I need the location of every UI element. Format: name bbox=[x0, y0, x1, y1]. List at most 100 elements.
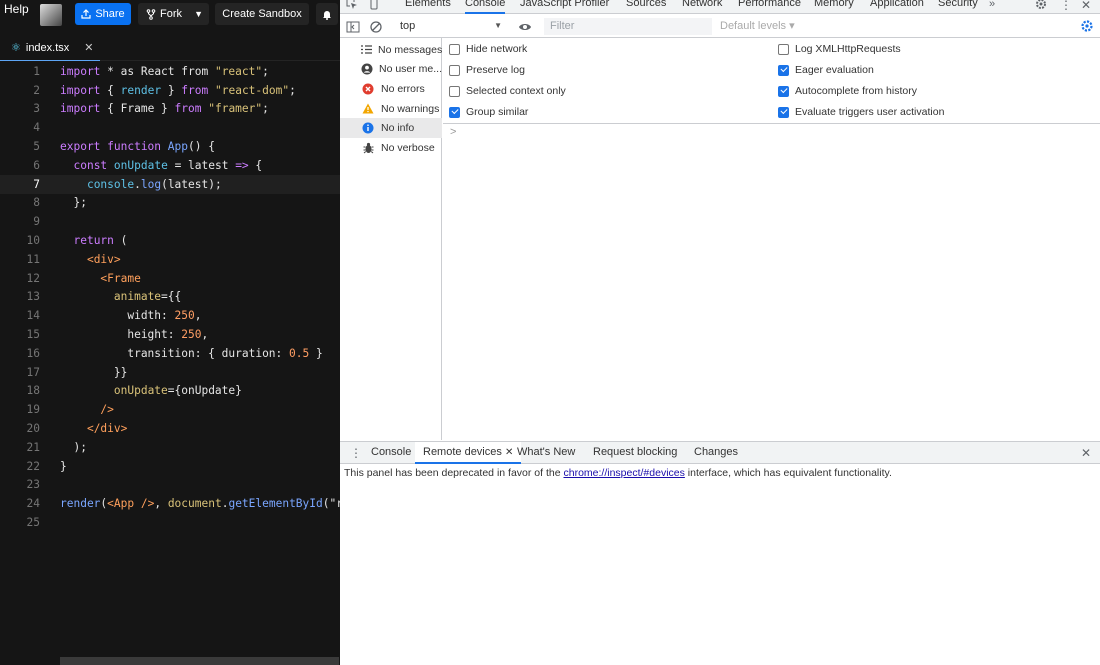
close-icon[interactable]: ✕ bbox=[505, 447, 513, 458]
log-levels-dropdown[interactable]: Default levels ▾ bbox=[720, 19, 795, 32]
create-sandbox-button[interactable]: Create Sandbox bbox=[215, 3, 309, 25]
horizontal-scrollbar[interactable] bbox=[60, 657, 339, 665]
drawer-tab-bar: ⋮ Console Remote devices ✕ What's New Re… bbox=[340, 441, 1100, 464]
code-line: 23 bbox=[26, 478, 40, 492]
console-toolbar: top ▼ Filter Default levels ▾ bbox=[340, 16, 1100, 38]
tab-console[interactable]: Console bbox=[465, 0, 506, 14]
filter-input[interactable]: Filter bbox=[544, 18, 712, 35]
checkbox-box[interactable] bbox=[449, 64, 460, 76]
share-icon bbox=[81, 9, 91, 19]
checkbox-label: Eager evaluation bbox=[795, 64, 874, 76]
group-similar-checkbox[interactable]: Group similar bbox=[449, 106, 528, 118]
sidebar-item-warnings[interactable]: No warnings bbox=[340, 99, 442, 119]
sidebar-item-info[interactable]: No info bbox=[340, 118, 442, 138]
drawer-menu-icon[interactable]: ⋮ bbox=[350, 446, 362, 460]
code-line: 8 }; bbox=[33, 196, 87, 210]
tab-memory[interactable]: Memory bbox=[814, 0, 854, 9]
code-editor-panel: Help Share Fork ▼ Create Sandbox ⚛ index… bbox=[0, 0, 343, 665]
console-settings-icon[interactable] bbox=[1080, 19, 1094, 33]
notifications-button[interactable] bbox=[316, 3, 338, 25]
kebab-menu-icon[interactable]: ⋮ bbox=[1060, 0, 1072, 12]
close-icon[interactable]: ✕ bbox=[84, 41, 93, 54]
share-label: Share bbox=[95, 8, 125, 20]
tab-javascript-profiler[interactable]: JavaScript Profiler bbox=[520, 0, 609, 9]
code-line: 24 render(<App />, document.getElementByI… bbox=[26, 497, 343, 511]
devtools-panel: Elements Console JavaScript Profiler Sou… bbox=[340, 0, 1100, 665]
avatar[interactable] bbox=[40, 4, 62, 26]
file-tab-index[interactable]: ⚛ index.tsx ✕ bbox=[0, 35, 100, 61]
code-line: 5 export function App() { bbox=[33, 140, 215, 154]
clear-console-icon[interactable] bbox=[369, 20, 383, 34]
device-toolbar-icon[interactable] bbox=[368, 0, 380, 10]
console-prompt[interactable]: > bbox=[450, 126, 456, 138]
tab-elements[interactable]: Elements bbox=[405, 0, 451, 9]
checkbox-label: Log XMLHttpRequests bbox=[795, 43, 901, 55]
sandbox-header: Help Share Fork ▼ Create Sandbox bbox=[0, 0, 340, 30]
checkbox-box[interactable] bbox=[778, 106, 789, 118]
evaluate-triggers-checkbox[interactable]: Evaluate triggers user activation bbox=[778, 106, 944, 118]
context-select[interactable]: top ▼ bbox=[395, 19, 507, 35]
eye-icon[interactable] bbox=[518, 20, 532, 34]
checkbox-label: Selected context only bbox=[466, 85, 566, 97]
code-line: 16 transition: { duration: 0.5 } bbox=[26, 346, 323, 360]
devtools-tab-bar: Elements Console JavaScript Profiler Sou… bbox=[340, 0, 1100, 14]
close-devtools-icon[interactable]: ✕ bbox=[1081, 0, 1091, 12]
drawer-tab-whats-new[interactable]: What's New bbox=[517, 446, 575, 458]
tab-performance[interactable]: Performance bbox=[738, 0, 801, 9]
close-drawer-icon[interactable]: ✕ bbox=[1081, 446, 1091, 460]
sidebar-item-messages[interactable]: No messages bbox=[340, 40, 442, 60]
checkbox-box[interactable] bbox=[778, 85, 789, 97]
inspect-element-icon[interactable] bbox=[346, 0, 358, 10]
sidebar-item-errors[interactable]: No errors bbox=[340, 79, 442, 99]
checkbox-box[interactable] bbox=[449, 106, 460, 118]
code-line: 21 ); bbox=[26, 440, 87, 454]
sidebar-item-verbose[interactable]: No verbose bbox=[340, 138, 442, 158]
help-menu[interactable]: Help bbox=[4, 2, 29, 16]
user-icon bbox=[361, 62, 373, 76]
code-line: 19 /> bbox=[26, 403, 114, 417]
tab-network[interactable]: Network bbox=[682, 0, 722, 9]
code-line: 13 animate={{ bbox=[26, 290, 182, 304]
tab-sources[interactable]: Sources bbox=[626, 0, 666, 9]
checkbox-box[interactable] bbox=[449, 43, 460, 55]
sidebar-item-label: No warnings bbox=[381, 102, 440, 115]
eager-evaluation-checkbox[interactable]: Eager evaluation bbox=[778, 64, 874, 76]
tab-application[interactable]: Application bbox=[870, 0, 924, 9]
chevron-down-icon[interactable]: ▼ bbox=[194, 9, 203, 19]
autocomplete-history-checkbox[interactable]: Autocomplete from history bbox=[778, 85, 917, 97]
sidebar-item-label: No user me... bbox=[379, 63, 442, 76]
checkbox-box[interactable] bbox=[449, 85, 460, 97]
settings-gear-icon[interactable] bbox=[1035, 0, 1047, 10]
sidebar-item-label: No info bbox=[381, 122, 415, 135]
info-icon bbox=[361, 121, 375, 135]
more-tabs-icon[interactable]: » bbox=[989, 0, 995, 10]
sidebar-item-user-messages[interactable]: No user me... bbox=[340, 60, 442, 80]
inspect-devices-link[interactable]: chrome://inspect/#devices bbox=[563, 467, 684, 479]
tab-security[interactable]: Security bbox=[938, 0, 978, 9]
code-line: 25 bbox=[26, 516, 40, 530]
deprecation-text-before: This panel has been deprecated in favor … bbox=[344, 467, 564, 479]
drawer-tab-changes[interactable]: Changes bbox=[694, 446, 738, 458]
drawer-tab-remote-devices[interactable]: Remote devices ✕ bbox=[415, 442, 522, 464]
checkbox-box[interactable] bbox=[778, 43, 789, 55]
code-area[interactable]: 1 import * as React from "react"; 2 import… bbox=[0, 62, 343, 657]
sidebar-toggle-icon[interactable] bbox=[346, 20, 360, 34]
checkbox-box[interactable] bbox=[778, 64, 789, 76]
checkbox-label: Group similar bbox=[466, 106, 529, 118]
bell-icon bbox=[323, 10, 331, 20]
drawer-tab-console[interactable]: Console bbox=[371, 446, 411, 458]
fork-button[interactable]: Fork ▼ bbox=[138, 3, 209, 25]
preserve-log-checkbox[interactable]: Preserve log bbox=[449, 64, 525, 76]
log-levels-label: Default levels bbox=[720, 20, 787, 32]
drawer-tab-request-blocking[interactable]: Request blocking bbox=[593, 446, 677, 458]
hide-network-checkbox[interactable]: Hide network bbox=[449, 43, 527, 55]
share-button[interactable]: Share bbox=[75, 3, 131, 25]
file-tab-bar: ⚛ index.tsx ✕ bbox=[0, 35, 340, 61]
code-line: 12 <Frame bbox=[26, 271, 141, 285]
log-xhr-checkbox[interactable]: Log XMLHttpRequests bbox=[778, 43, 901, 55]
selected-context-checkbox[interactable]: Selected context only bbox=[449, 85, 566, 97]
checkbox-label: Evaluate triggers user activation bbox=[795, 106, 945, 118]
console-sidebar: No messages No user me... No errors No w… bbox=[340, 38, 442, 440]
code-line: 3 import { Frame } from "framer"; bbox=[33, 102, 269, 116]
code-line: 4 bbox=[33, 121, 40, 135]
